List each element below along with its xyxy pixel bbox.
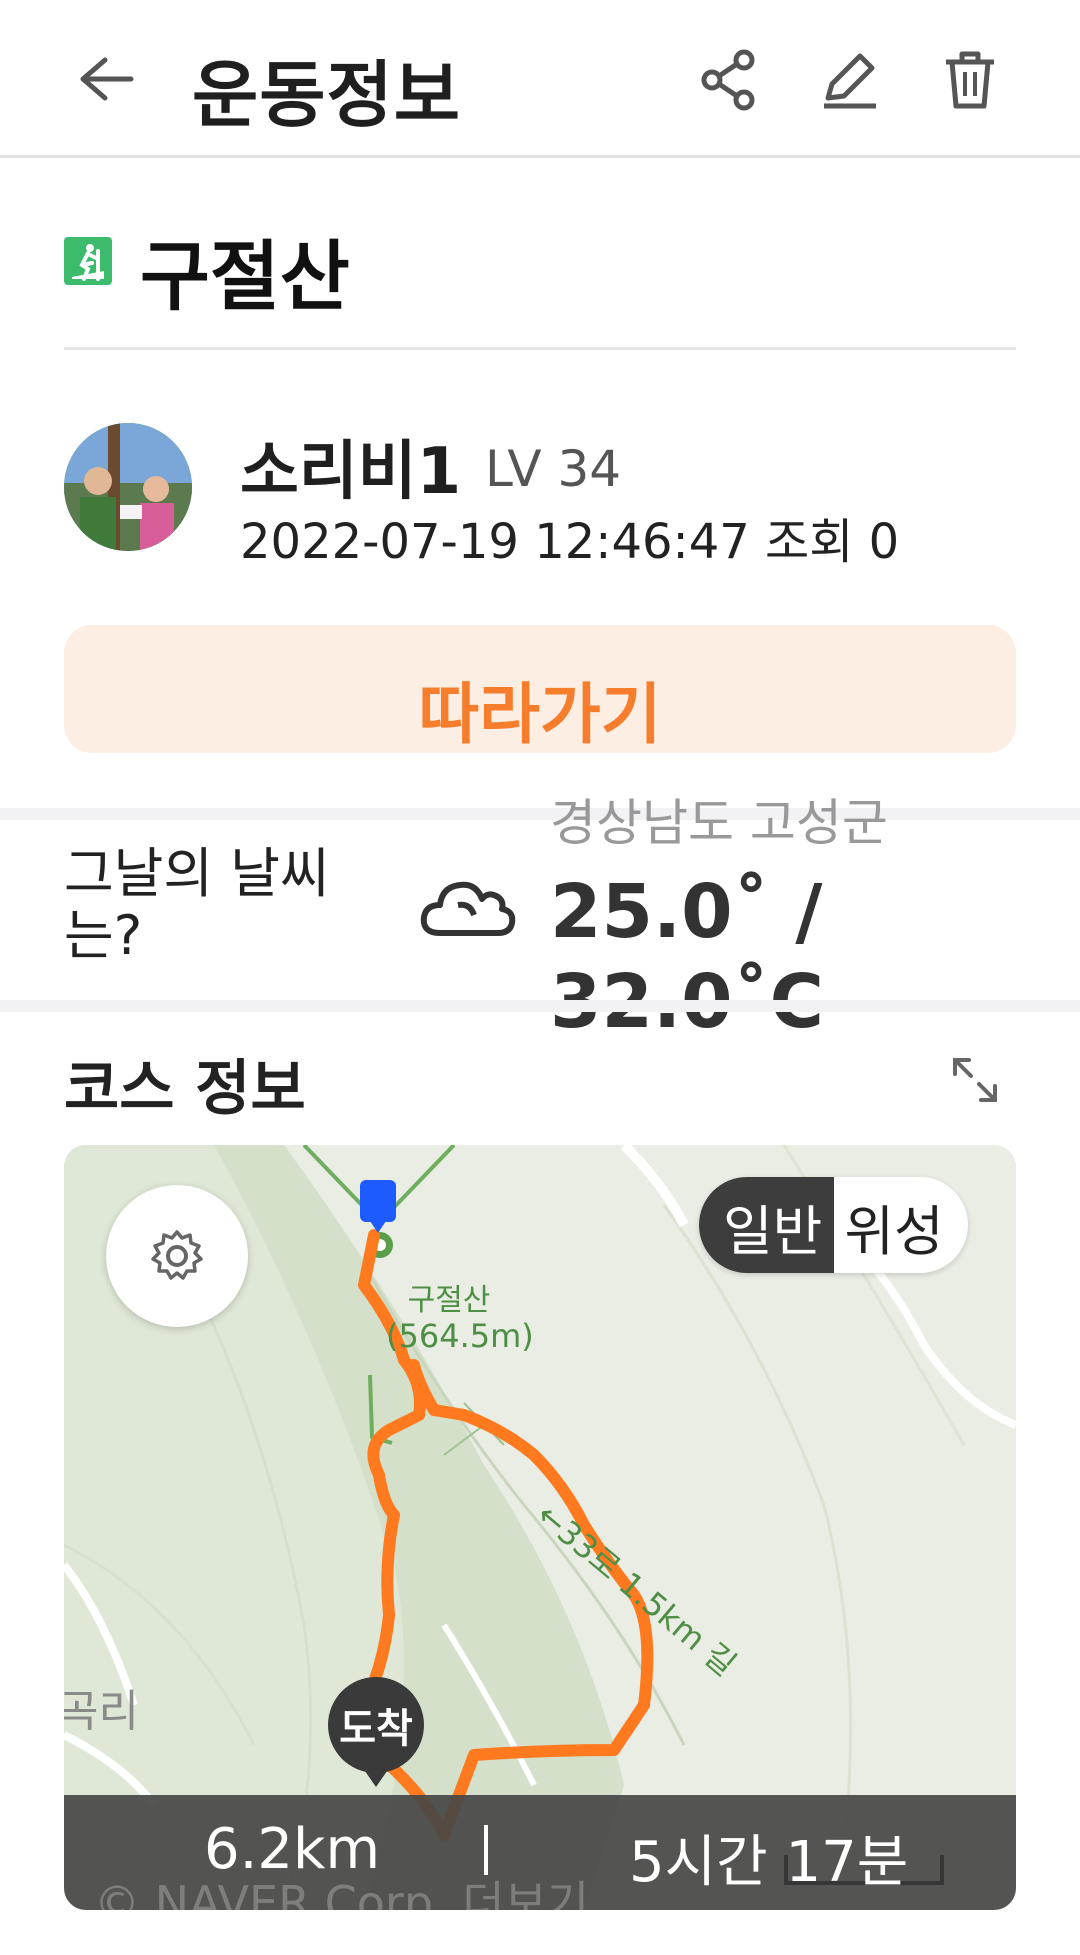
avatar[interactable] (64, 423, 192, 551)
course-distance: 6.2km (204, 1817, 381, 1882)
follow-button[interactable]: 따라가기 (64, 625, 1016, 753)
map-type-toggle[interactable]: 일반 위성 (699, 1177, 968, 1273)
peak-name-label: 구절산 (407, 1283, 491, 1318)
weather-region: 경상남도 고성군 (550, 794, 888, 852)
course-section-title: 코스 정보 (64, 1054, 306, 1124)
app-bar: 운동정보 (0, 0, 1080, 158)
user-level: LV 34 (485, 440, 622, 498)
course-map[interactable]: 일반 위성 구절산 (564.5m) ←33로 1.5km 길 곡리 도착 © … (64, 1145, 1016, 1910)
back-arrow-icon[interactable] (70, 44, 140, 114)
cloud-icon (418, 869, 518, 949)
peak-elevation-label: (564.5m) (386, 1317, 534, 1355)
user-info: 소리비1 LV 34 2022-07-19 12:46:47 조회 0 (64, 420, 1016, 570)
weather-temperature: 25.0˚ / 32.0˚C (550, 869, 824, 1045)
map-settings-gear-icon[interactable] (106, 1185, 248, 1327)
arrival-marker: 도착 (328, 1677, 424, 1773)
stats-divider (484, 1825, 488, 1875)
section-divider (0, 1000, 1080, 1012)
activity-header: 구절산 (64, 205, 1016, 350)
edit-icon[interactable] (810, 40, 890, 120)
map-type-satellite[interactable]: 위성 (834, 1177, 967, 1273)
user-name[interactable]: 소리비1 (240, 420, 461, 512)
share-icon[interactable] (690, 40, 770, 120)
weather-label: 그날의 날씨는? (64, 842, 330, 967)
mountain-name: 구절산 (140, 232, 350, 321)
section-divider (0, 808, 1080, 820)
course-stats-bar: © NAVER Corp. 더보기 6.2km 5시간 17분 (64, 1795, 1016, 1910)
follow-button-label: 따라가기 (418, 676, 662, 753)
page-title: 운동정보 (192, 53, 461, 137)
map-type-normal[interactable]: 일반 (699, 1177, 835, 1273)
weather-section: 그날의 날씨는? 경상남도 고성군 25.0˚ / 32.0˚C (0, 794, 1080, 1045)
arrival-marker-pointer (358, 1761, 394, 1787)
post-meta: 2022-07-19 12:46:47 조회 0 (240, 514, 900, 570)
course-duration: 5시간 17분 (629, 1830, 909, 1895)
expand-icon[interactable] (945, 1050, 1005, 1110)
village-label: 곡리 (64, 1686, 139, 1737)
trash-icon[interactable] (930, 40, 1010, 120)
hiking-icon (64, 237, 112, 285)
